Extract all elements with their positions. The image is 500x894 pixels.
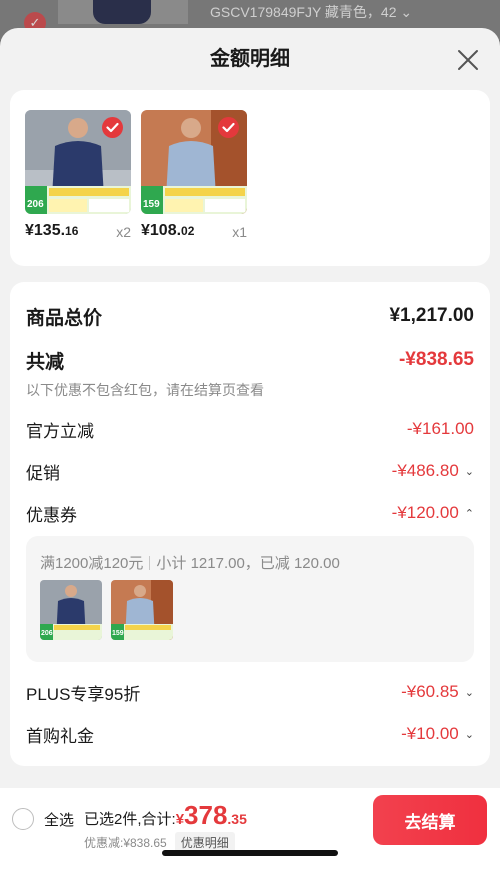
total-discount-row: 共减 -¥838.65 [26,346,474,374]
product-price: ¥135.16 [25,222,79,239]
product-price: ¥108.02 [141,222,195,239]
selected-products-card: 206 ¥135.16 x2 159 ¥108.02 x1 [10,90,490,266]
select-all-radio[interactable] [12,808,34,830]
chevron-down-icon: ⌄ [464,465,474,478]
chevron-up-icon: ⌃ [464,507,474,520]
coupon-rule-line: 满1200减120元 小计 1217.00，已减 120.00 [40,552,340,573]
plus-discount-row[interactable]: PLUS专享95折 -¥60.85 ⌄ [26,678,474,706]
official-discount-row: 官方立减 -¥161.00 [26,415,474,443]
saved-amount-text: 优惠减:¥838.65 [84,836,167,850]
total-label: 商品总价 [26,307,103,329]
product-quantity: x1 [232,224,247,240]
row-value: -¥120.00 ⌃ [391,503,474,522]
product-image: 159 [141,110,247,214]
close-icon[interactable] [456,48,480,72]
checked-icon[interactable] [218,117,239,138]
product-image: 206 [25,110,131,214]
home-indicator [162,850,338,856]
currency-symbol: ¥ [175,811,185,828]
checkout-button[interactable]: 去结算 [373,795,487,845]
row-label: 官方立减 [26,421,94,441]
select-all-label: 全选 [44,811,75,829]
row-label: 促销 [26,463,60,483]
badge-number: 159 [112,630,124,637]
product-item[interactable]: 206 ¥135.16 x2 [25,110,131,244]
selected-count-text: 已选2件,合计: [84,811,176,828]
discount-value: -¥838.65 [398,349,474,370]
amount-detail-sheet: 金额明细 206 ¥135.16 x2 159 ¥108.02 x1 商品总价 … [0,28,500,894]
first-purchase-gift-row[interactable]: 首购礼金 -¥10.00 ⌄ [26,720,474,748]
discount-hint: 以下优惠不包含红包，请在结算页查看 [26,382,264,398]
coupon-detail-box: 满1200减120元 小计 1217.00，已减 120.00 206 159 [26,536,474,662]
checkout-bar: 全选 已选2件,合计: ¥ 378 .35 优惠减:¥838.65 优惠明细 去… [0,788,500,894]
product-item[interactable]: 159 ¥108.02 x1 [141,110,247,244]
total-value: ¥1,217.00 [389,305,474,326]
price-breakdown-card: 商品总价 ¥1,217.00 共减 -¥838.65 以下优惠不包含红包，请在结… [10,282,490,766]
price-row: ¥108.02 x1 [141,222,247,244]
promotion-row[interactable]: 促销 -¥486.80 ⌄ [26,457,474,485]
checked-icon[interactable] [102,117,123,138]
badge-number: 206 [41,630,53,637]
sheet-title: 金额明细 [210,48,290,70]
coupon-row[interactable]: 优惠券 -¥120.00 ⌃ [26,499,474,527]
coupon-subtotal: 小计 1217.00，已减 120.00 [156,555,340,572]
row-value: -¥161.00 [406,419,474,438]
sheet-header: 金额明细 [0,28,500,90]
row-label: PLUS专享95折 [26,684,141,704]
discount-label: 共减 [26,351,65,373]
chevron-down-icon: ⌄ [464,728,474,741]
coupon-product-thumb: 159 [111,580,173,640]
divider [149,556,151,570]
row-label: 首购礼金 [26,726,94,746]
total-summary: 已选2件,合计: ¥ 378 .35 [84,800,247,831]
row-value: -¥486.80 ⌄ [391,461,474,480]
row-value: -¥10.00 ⌄ [401,724,474,743]
row-value: -¥60.85 ⌄ [401,682,474,701]
total-price-row: 商品总价 ¥1,217.00 [26,302,474,330]
background-variant-text: GSCV179849FJY 藏青色，42 ⌄ [210,4,413,20]
row-label: 优惠券 [26,505,77,525]
coupon-rule: 满1200减120元 [40,555,144,572]
coupon-product-thumb: 206 [40,580,102,640]
badge-number: 159 [143,199,160,210]
price-row: ¥135.16 x2 [25,222,131,244]
total-amount-decimal: .35 [227,811,247,827]
total-amount-integer: 378 [184,800,228,830]
product-quantity: x2 [116,224,131,240]
badge-number: 206 [27,199,44,210]
select-all-control[interactable]: 全选 [12,808,74,830]
background-product-thumb [58,0,188,24]
chevron-down-icon: ⌄ [464,686,474,699]
